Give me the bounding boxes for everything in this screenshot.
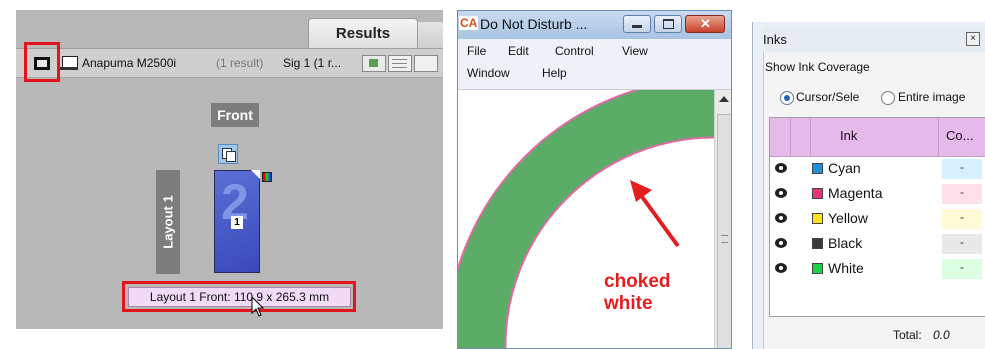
result-count: (1 result)	[216, 56, 264, 70]
menu-file[interactable]: File	[467, 44, 486, 58]
ink-row[interactable]: Cyan -	[770, 158, 985, 183]
detail-view-icon[interactable]	[414, 55, 438, 72]
section-label: Show Ink Coverage	[765, 60, 870, 74]
ink-row[interactable]: Magenta -	[770, 183, 985, 208]
ink-table: Ink Co... Cyan - Magenta - Yellow - Black - Whit…	[769, 117, 985, 317]
device-name[interactable]: Anapuma M2500i	[82, 49, 176, 77]
preview-graphic: choked white	[458, 77, 731, 348]
mouse-cursor-icon	[251, 296, 265, 317]
ink-swatch	[812, 213, 823, 224]
ink-name: Black	[828, 235, 863, 251]
ink-name: Magenta	[828, 185, 883, 201]
close-icon: ×	[970, 33, 976, 44]
ink-table-header: Ink Co...	[770, 118, 985, 157]
preview-window: CA Do Not Disturb ... ✕ File Edit Contro…	[457, 10, 732, 349]
inks-panel: Inks × Show Ink Coverage Cursor/Sele Ent…	[752, 22, 985, 349]
annotation-line-1: choked	[604, 271, 671, 292]
maximize-button[interactable]	[654, 15, 682, 33]
page-side-label: Front	[211, 103, 259, 127]
window-title: Do Not Disturb ...	[480, 16, 588, 32]
window-titlebar[interactable]: CA Do Not Disturb ... ✕	[458, 11, 731, 39]
list-view-icon[interactable]	[388, 55, 412, 72]
filmstrip-icon[interactable]	[34, 57, 50, 70]
menu-view[interactable]: View	[622, 44, 648, 58]
printer-icon	[60, 56, 78, 70]
column-coverage[interactable]: Co...	[946, 128, 973, 143]
ink-swatch	[812, 238, 823, 249]
eye-icon[interactable]	[775, 263, 787, 273]
page-thumbnail[interactable]: 2 1	[214, 170, 260, 273]
close-button[interactable]: ✕	[685, 15, 725, 33]
annotation-line-2: white	[603, 293, 653, 314]
ink-coverage: -	[942, 234, 982, 254]
ink-row[interactable]: Black -	[770, 233, 985, 258]
ink-row[interactable]: White -	[770, 258, 985, 283]
thumbnail-view-icon[interactable]	[362, 55, 386, 72]
ink-swatch	[812, 188, 823, 199]
inks-panel-header: Inks ×	[763, 28, 985, 52]
radio-cursor[interactable]	[780, 91, 794, 105]
signature-label[interactable]: Sig 1 (1 r...	[283, 49, 341, 77]
green-arc-shape	[458, 79, 731, 348]
color-separation-icon	[262, 172, 272, 182]
layout-label: Layout 1	[156, 170, 180, 274]
menu-window[interactable]: Window	[467, 66, 510, 80]
eye-icon[interactable]	[775, 188, 787, 198]
radio-cursor-label: Cursor/Sele	[796, 90, 860, 104]
column-ink[interactable]: Ink	[840, 128, 857, 143]
ink-row[interactable]: Yellow -	[770, 208, 985, 233]
ink-name: White	[828, 260, 864, 276]
eye-icon[interactable]	[775, 213, 787, 223]
total-value: 0.0	[933, 328, 950, 342]
ink-name: Cyan	[828, 160, 861, 176]
ink-coverage: -	[942, 159, 982, 179]
annotation-arrow-line	[638, 192, 680, 248]
ink-name: Yellow	[828, 210, 868, 226]
radio-entire[interactable]	[881, 91, 895, 105]
maximize-icon	[663, 19, 674, 29]
menu-control[interactable]: Control	[555, 44, 594, 58]
total-label: Total:	[893, 328, 922, 342]
close-icon: ✕	[700, 16, 711, 31]
scroll-grip	[721, 235, 728, 243]
ink-coverage: -	[942, 259, 982, 279]
eye-icon[interactable]	[775, 238, 787, 248]
ink-swatch	[812, 163, 823, 174]
minimize-icon	[632, 25, 642, 28]
scroll-thumb[interactable]	[717, 114, 731, 348]
dog-ear	[251, 170, 260, 179]
menu-bar: File Edit Control View Window Help	[458, 39, 731, 90]
preview-canvas[interactable]: choked white	[458, 77, 731, 348]
results-toolbar: Anapuma M2500i (1 result) Sig 1 (1 r...	[16, 42, 443, 82]
scroll-up-icon[interactable]	[719, 96, 729, 102]
tooltip-highlight	[122, 281, 356, 312]
ink-swatch	[812, 263, 823, 274]
job-layout-panel: Results Anapuma M2500i (1 result) Sig 1 …	[16, 10, 443, 329]
panel-title: Inks	[763, 32, 787, 47]
menu-edit[interactable]: Edit	[508, 44, 529, 58]
menu-help[interactable]: Help	[542, 66, 567, 80]
close-panel-button[interactable]: ×	[966, 32, 980, 46]
page-sequence-icon[interactable]	[218, 144, 238, 164]
minimize-button[interactable]	[623, 15, 651, 33]
page-number: 1	[231, 216, 243, 229]
ink-coverage: -	[942, 184, 982, 204]
radio-entire-label: Entire image	[898, 90, 966, 104]
tab-results[interactable]: Results	[308, 18, 418, 49]
ink-coverage: -	[942, 209, 982, 229]
app-badge: CA	[459, 16, 479, 30]
vertical-scrollbar[interactable]	[714, 90, 731, 348]
eye-icon[interactable]	[775, 163, 787, 173]
